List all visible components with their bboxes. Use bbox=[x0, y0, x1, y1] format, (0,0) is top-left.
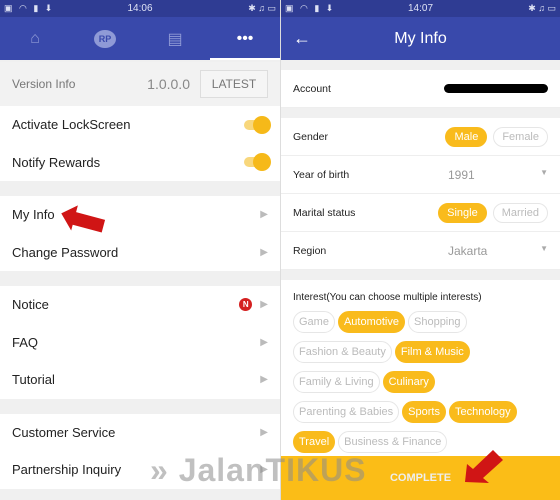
lockscreen-toggle[interactable] bbox=[244, 115, 271, 134]
chevron-right-icon: ▶ bbox=[260, 426, 268, 438]
battery-icon: ✱ ♫ ▭ bbox=[528, 3, 556, 13]
redacted-account bbox=[444, 84, 548, 93]
region-value: Jakarta bbox=[448, 243, 488, 258]
row-label: Change Password bbox=[12, 244, 119, 260]
gender-female-option[interactable]: Female bbox=[493, 126, 548, 147]
chevron-right-icon: ▶ bbox=[260, 246, 268, 258]
year-select[interactable]: 1991 ▼ bbox=[448, 168, 548, 182]
status-icons: ▣ ◠ ▮ ⬇ bbox=[285, 3, 336, 13]
interest-tag[interactable]: Film & Music bbox=[394, 341, 470, 363]
chevron-right-icon: ▶ bbox=[260, 209, 268, 221]
tab-rp[interactable]: RP bbox=[70, 17, 140, 60]
version-label: Version Info bbox=[12, 77, 76, 91]
row-label: My Info bbox=[12, 207, 55, 223]
marital-row: Marital status Single Married bbox=[281, 194, 560, 232]
settings-screen: ▣ ◠ ▮ ⬇ 14:06 ✱ ♫ ▭ ⌂ RP ▤ ••• Version Inf… bbox=[0, 0, 280, 500]
complete-label: COMPLETE bbox=[389, 472, 452, 484]
row-label: Tutorial bbox=[12, 372, 55, 388]
version-row: Version Info 1.0.0.0 LATEST bbox=[0, 62, 280, 106]
gender-male-option[interactable]: Male bbox=[445, 126, 488, 147]
interest-tag[interactable]: Culinary bbox=[382, 371, 435, 393]
dropdown-arrow-icon: ▼ bbox=[540, 243, 548, 253]
notice-row[interactable]: Notice N ▶ bbox=[0, 286, 280, 324]
dropdown-arrow-icon: ▼ bbox=[540, 167, 548, 177]
account-row: Account bbox=[281, 70, 560, 108]
new-badge: N bbox=[239, 298, 253, 312]
header: ← My Info bbox=[281, 17, 560, 60]
partnership-inquiry-row[interactable]: Partnership Inquiry ▶ bbox=[0, 451, 280, 489]
help-group: Notice N ▶ FAQ ▶ Tutorial ▶ bbox=[0, 286, 280, 399]
marital-married-option[interactable]: Married bbox=[492, 202, 548, 223]
red-arrow-icon bbox=[61, 205, 106, 233]
interest-tag[interactable]: Travel bbox=[293, 431, 336, 453]
interest-tag[interactable]: Shopping bbox=[408, 311, 467, 333]
more-icon: ••• bbox=[236, 29, 254, 47]
gender-row: Gender Male Female bbox=[281, 118, 560, 156]
my-info-row[interactable]: My Info ▶ bbox=[0, 196, 280, 234]
faq-row[interactable]: FAQ ▶ bbox=[0, 324, 280, 362]
interest-tag[interactable]: Fashion & Beauty bbox=[293, 341, 392, 363]
account-group: My Info ▶ Change Password ▶ bbox=[0, 196, 280, 271]
interest-tag[interactable]: Family & Living bbox=[293, 371, 380, 393]
battery-icon: ✱ ♫ ▭ bbox=[248, 3, 276, 13]
row-label: Notify Rewards bbox=[12, 154, 101, 170]
latest-button[interactable]: LATEST bbox=[200, 70, 268, 98]
tab-bar: ⌂ RP ▤ ••• bbox=[0, 17, 280, 60]
status-bar: ▣ ◠ ▮ ⬇ 14:07 ✱ ♫ ▭ bbox=[281, 0, 560, 17]
year-row: Year of birth 1991 ▼ bbox=[281, 156, 560, 194]
store-icon: ▤ bbox=[167, 30, 183, 48]
status-icons: ▣ ◠ ▮ ⬇ bbox=[4, 3, 55, 13]
profile-group: Gender Male Female Year of birth 1991 ▼ Mari… bbox=[281, 118, 560, 270]
notify-rewards-toggle[interactable] bbox=[244, 153, 271, 172]
activate-lockscreen-row: Activate LockScreen bbox=[0, 106, 280, 144]
interest-tag[interactable]: Parenting & Babies bbox=[293, 401, 400, 423]
home-icon: ⌂ bbox=[30, 29, 40, 47]
version-value: 1.0.0.0 bbox=[147, 76, 190, 92]
tab-more[interactable]: ••• bbox=[210, 17, 280, 60]
customer-service-row[interactable]: Customer Service ▶ bbox=[0, 414, 280, 452]
interest-section: Interest(You can choose multiple interes… bbox=[281, 280, 560, 458]
row-label: Activate LockScreen bbox=[12, 117, 131, 133]
row-label: Partnership Inquiry bbox=[12, 462, 122, 478]
interest-tag[interactable]: Business & Finance bbox=[338, 431, 448, 453]
chevron-right-icon: ▶ bbox=[260, 336, 268, 348]
tab-home[interactable]: ⌂ bbox=[0, 17, 70, 60]
row-label: Account bbox=[293, 82, 331, 95]
tab-store[interactable]: ▤ bbox=[140, 17, 210, 60]
contact-group: Customer Service ▶ Partnership Inquiry ▶ bbox=[0, 413, 280, 489]
my-info-screen: ▣ ◠ ▮ ⬇ 14:07 ✱ ♫ ▭ ← My Info Account Gende… bbox=[280, 0, 560, 500]
interest-tag[interactable]: Game bbox=[293, 311, 335, 333]
page-title: My Info bbox=[394, 29, 447, 47]
status-time: 14:07 bbox=[407, 3, 434, 14]
status-time: 14:06 bbox=[127, 3, 153, 14]
interest-tag[interactable]: Sports bbox=[402, 401, 446, 423]
interest-tag[interactable]: Automotive bbox=[337, 311, 405, 333]
interest-tags: Game Automotive Shopping Fashion & Beauty Fi… bbox=[293, 311, 548, 453]
row-label: FAQ bbox=[12, 334, 39, 350]
row-label: Marital status bbox=[293, 206, 356, 219]
year-value: 1991 bbox=[448, 167, 475, 182]
chevron-right-icon: ▶ bbox=[260, 464, 268, 476]
notify-rewards-row: Notify Rewards bbox=[0, 144, 280, 182]
tutorial-row[interactable]: Tutorial ▶ bbox=[0, 361, 280, 399]
rp-icon: RP bbox=[94, 29, 116, 48]
row-label: Region bbox=[293, 244, 327, 257]
red-arrow-icon bbox=[465, 450, 503, 483]
interest-title: Interest(You can choose multiple interes… bbox=[293, 292, 482, 303]
region-select[interactable]: Jakarta ▼ bbox=[448, 244, 548, 258]
chevron-right-icon: ▶ bbox=[260, 374, 268, 386]
row-label: Notice bbox=[12, 297, 49, 313]
marital-single-option[interactable]: Single bbox=[438, 202, 487, 223]
status-bar: ▣ ◠ ▮ ⬇ 14:06 ✱ ♫ ▭ bbox=[0, 0, 280, 17]
change-password-row[interactable]: Change Password ▶ bbox=[0, 234, 280, 272]
toggle-group: Activate LockScreen Notify Rewards bbox=[0, 106, 280, 181]
row-label: Year of birth bbox=[293, 168, 350, 181]
row-label: Customer Service bbox=[12, 424, 116, 440]
region-row: Region Jakarta ▼ bbox=[281, 232, 560, 270]
row-label: Gender bbox=[293, 130, 329, 143]
complete-button[interactable]: COMPLETE bbox=[281, 456, 560, 500]
back-arrow-icon[interactable]: ← bbox=[293, 28, 311, 49]
chevron-right-icon: ▶ bbox=[260, 299, 268, 311]
interest-tag[interactable]: Technology bbox=[448, 401, 517, 423]
